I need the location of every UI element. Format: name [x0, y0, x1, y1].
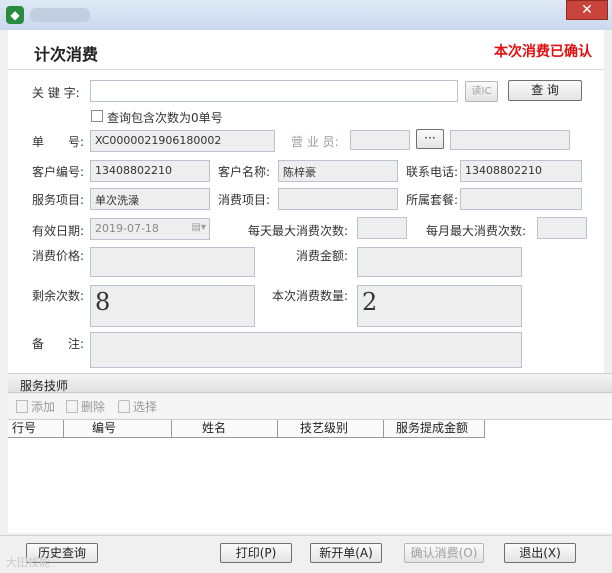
window-title-blurred	[30, 8, 90, 22]
phone-field[interactable]: 13408802210	[460, 160, 582, 182]
include-zero-checkbox[interactable]	[91, 110, 103, 122]
consume-item-label: 消费项目:	[218, 193, 271, 207]
staff-extra-field[interactable]	[450, 130, 570, 150]
add-label: 添加	[31, 400, 56, 414]
order-no-label: 单 号:	[32, 135, 85, 149]
staff-field[interactable]	[350, 130, 410, 150]
valid-date-label: 有效日期:	[32, 224, 85, 238]
remark-label: 备 注:	[32, 337, 85, 351]
phone-label: 联系电话:	[406, 165, 459, 179]
consume-item-field[interactable]	[278, 188, 398, 210]
service-item-field[interactable]: 单次洗澡	[90, 188, 210, 210]
watermark: 大田技能	[6, 556, 50, 569]
amount-field[interactable]	[357, 247, 522, 277]
title-bar: ◆ ✕	[0, 0, 612, 30]
price-field[interactable]	[90, 247, 255, 277]
customer-no-label: 客户编号:	[32, 165, 85, 179]
include-zero-label: 查询包含次数为0单号	[107, 111, 223, 125]
price-label: 消费价格:	[32, 249, 85, 263]
add-doc-icon	[16, 400, 28, 413]
valid-date-picker[interactable]: 2019-07-18 ▤▾	[90, 218, 210, 240]
monthly-max-field[interactable]	[537, 217, 587, 239]
column-header-skill-level[interactable]: 技艺级别	[278, 420, 384, 438]
delete-technician-button[interactable]: 删除	[66, 398, 105, 415]
technician-section-header: 服务技师	[8, 373, 612, 393]
customer-no-field[interactable]: 13408802210	[90, 160, 210, 182]
remaining-label: 剩余次数:	[32, 289, 85, 303]
select-icon	[118, 400, 130, 413]
package-field[interactable]	[460, 188, 582, 210]
consumption-form: 关 键 字: 读IC 查 询 查询包含次数为0单号 单 号: XC0000021…	[8, 70, 604, 373]
query-button[interactable]: 查 询	[508, 80, 582, 101]
delete-doc-icon	[66, 400, 78, 413]
daily-max-field[interactable]	[357, 217, 407, 239]
remaining-field[interactable]: 8	[90, 285, 255, 327]
keyword-input[interactable]	[90, 80, 458, 102]
technician-grid[interactable]: 行号 编号 姓名 技艺级别 服务提成金额	[8, 419, 612, 533]
service-item-label: 服务项目:	[32, 193, 85, 207]
confirm-consume-button[interactable]: 确认消费(O)	[404, 543, 484, 563]
this-qty-field[interactable]: 2	[357, 285, 522, 327]
dialog-header: 计次消费 本次消费已确认	[8, 30, 604, 70]
read-ic-button[interactable]: 读IC	[465, 81, 498, 102]
customer-name-label: 客户名称:	[218, 165, 271, 179]
column-header-code[interactable]: 编号	[64, 420, 172, 438]
this-qty-label: 本次消费数量:	[272, 289, 349, 303]
footer-bar: 历史查询 打印(P) 新开单(A) 确认消费(O) 退出(X)	[0, 535, 612, 573]
close-button[interactable]: ✕	[566, 0, 608, 20]
column-header-commission[interactable]: 服务提成金额	[384, 420, 485, 438]
order-no-field[interactable]: XC0000021906180002	[90, 130, 275, 152]
staff-label: 营 业 员:	[291, 135, 339, 149]
app-icon: ◆	[6, 6, 24, 24]
add-technician-button[interactable]: 添加	[16, 398, 55, 415]
column-header-row-no[interactable]: 行号	[8, 420, 64, 438]
dialog-title: 计次消费	[34, 45, 99, 64]
keyword-label: 关 键 字:	[32, 86, 80, 100]
status-text: 本次消费已确认	[494, 44, 592, 60]
package-label: 所属套餐:	[406, 193, 459, 207]
delete-label: 删除	[81, 400, 106, 414]
column-header-name[interactable]: 姓名	[172, 420, 278, 438]
valid-date-value: 2019-07-18	[95, 222, 159, 235]
customer-name-field[interactable]: 陈梓豪	[278, 160, 398, 182]
print-button[interactable]: 打印(P)	[220, 543, 292, 563]
amount-label: 消费金额:	[296, 249, 349, 263]
staff-picker-button[interactable]: ···	[416, 129, 444, 149]
calendar-dropdown-icon[interactable]: ▤▾	[192, 222, 206, 233]
monthly-max-label: 每月最大消费次数:	[426, 224, 527, 238]
select-label: 选择	[133, 400, 158, 414]
technician-toolbar: 添加 删除 选择	[8, 394, 612, 418]
daily-max-label: 每天最大消费次数:	[248, 224, 349, 238]
exit-button[interactable]: 退出(X)	[504, 543, 576, 563]
remark-field[interactable]	[90, 332, 522, 368]
new-order-button[interactable]: 新开单(A)	[310, 543, 382, 563]
select-technician-button[interactable]: 选择	[118, 398, 157, 415]
